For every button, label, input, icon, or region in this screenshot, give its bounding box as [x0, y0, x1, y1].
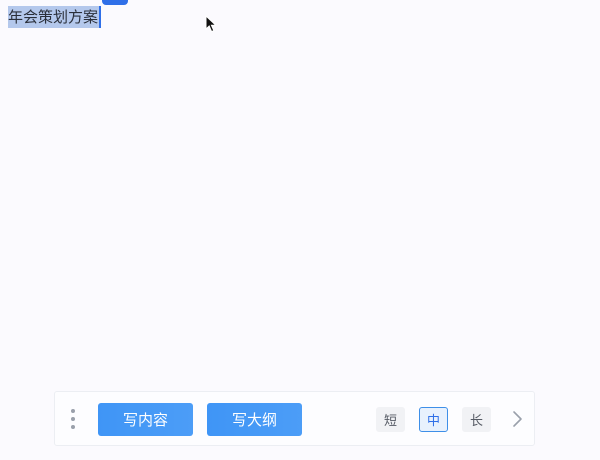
mouse-pointer-icon — [205, 15, 218, 33]
ai-writing-toolbar: 写内容 写大纲 短 中 长 — [54, 391, 535, 446]
selected-text[interactable]: 年会策划方案 — [8, 6, 102, 28]
length-medium-button[interactable]: 中 — [419, 407, 448, 432]
chevron-right-icon[interactable] — [507, 409, 527, 429]
write-content-button[interactable]: 写内容 — [98, 403, 193, 436]
selected-text-content: 年会策划方案 — [8, 8, 99, 26]
more-vertical-icon[interactable] — [69, 409, 77, 429]
caret-handle[interactable] — [102, 0, 128, 5]
write-outline-button[interactable]: 写大纲 — [207, 403, 302, 436]
editor-line[interactable]: 年会策划方案 — [8, 6, 102, 28]
text-caret — [99, 6, 102, 28]
length-long-button[interactable]: 长 — [462, 407, 491, 432]
editor-page: 年会策划方案 写内容 写大纲 短 中 长 — [0, 0, 600, 460]
length-short-button[interactable]: 短 — [376, 407, 405, 432]
